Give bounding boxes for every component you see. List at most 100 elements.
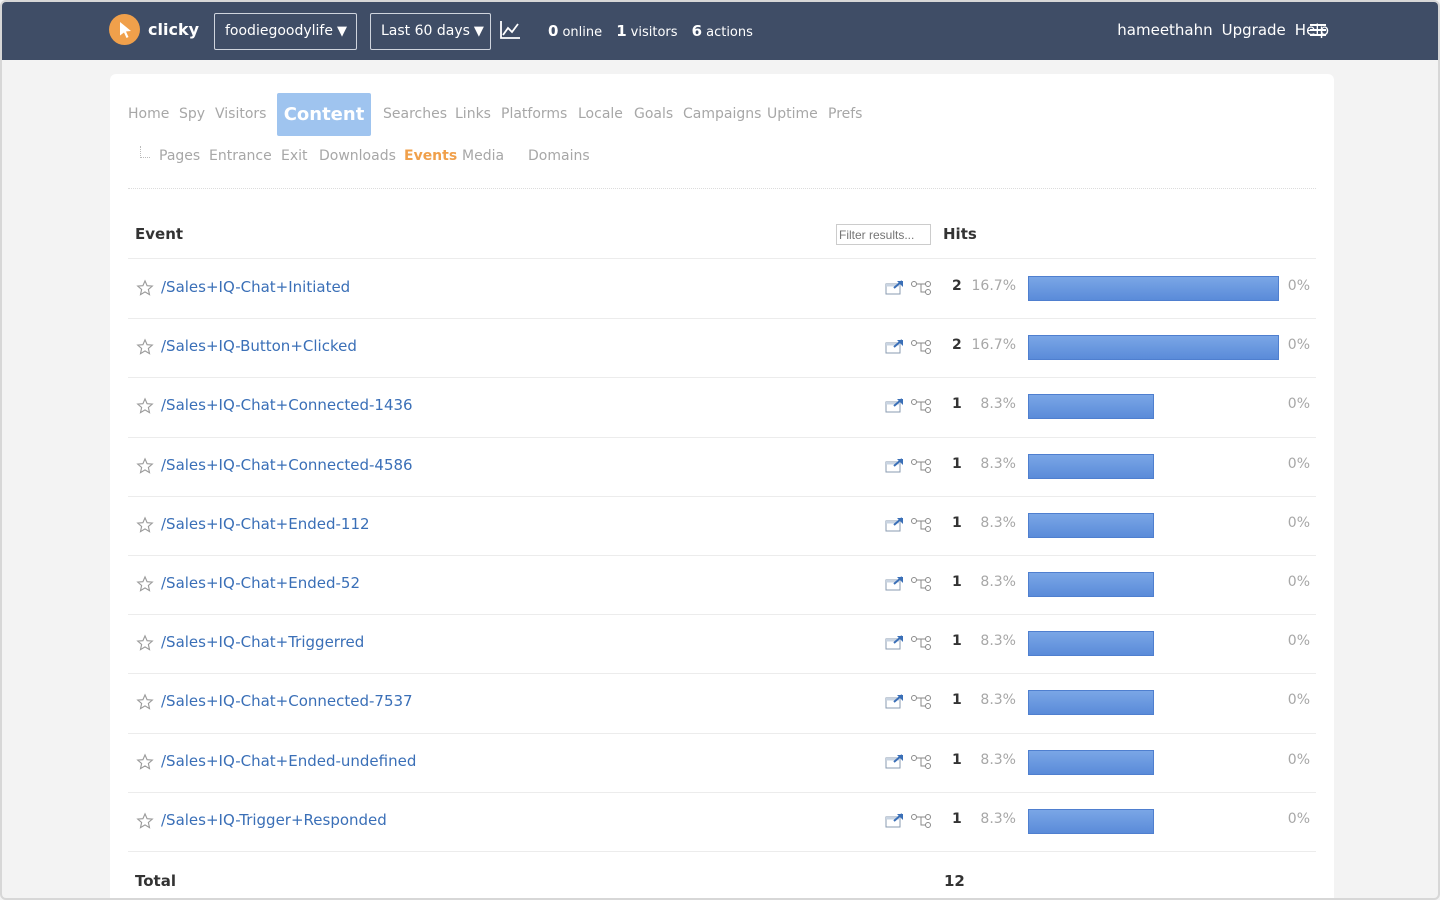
user-link[interactable]: hameethahn <box>1117 21 1212 39</box>
nav-links[interactable]: Links <box>455 106 491 122</box>
nav-prefs[interactable]: Prefs <box>828 106 862 122</box>
hits-bar <box>1028 808 1154 834</box>
hits-bar-track <box>1028 335 1279 361</box>
star-outline-icon[interactable] <box>136 516 154 538</box>
line-chart-icon[interactable] <box>499 20 521 44</box>
visitor-path-icon[interactable] <box>910 458 932 478</box>
upgrade-link[interactable]: Upgrade <box>1222 21 1286 39</box>
event-link[interactable]: /Sales+IQ-Chat+Connected-4586 <box>161 456 413 474</box>
visitor-path-icon[interactable] <box>910 635 932 655</box>
visitor-path-icon[interactable] <box>910 517 932 537</box>
open-in-new-window-icon[interactable] <box>885 635 905 655</box>
open-in-new-window-icon[interactable] <box>885 457 905 478</box>
event-link[interactable]: /Sales+IQ-Button+Clicked <box>161 337 357 355</box>
hits-percent: 16.7% <box>971 278 1016 294</box>
table-row: /Sales+IQ-Chat+Initiated 2 16.7% 0% <box>128 260 1316 320</box>
hits-bar-track <box>1028 631 1279 657</box>
hits-bar-track <box>1028 394 1279 420</box>
stat-visitors[interactable]: 1 visitors <box>616 22 677 40</box>
star-outline-icon[interactable] <box>136 812 154 834</box>
visitor-path-icon[interactable] <box>910 280 932 300</box>
live-stats: 0 online 1 visitors 6 actions <box>548 22 763 40</box>
event-link[interactable]: /Sales+IQ-Chat+Ended-112 <box>161 515 370 533</box>
nav-searches[interactable]: Searches <box>383 106 447 122</box>
event-link[interactable]: /Sales+IQ-Chat+Initiated <box>161 278 350 296</box>
open-in-new-window-icon[interactable] <box>885 812 905 833</box>
subnav-domains[interactable]: Domains <box>528 148 590 164</box>
column-hits-header[interactable]: Hits <box>943 225 977 243</box>
change-percent: 0% <box>1287 337 1310 354</box>
subnav-events[interactable]: Events <box>404 148 457 164</box>
visitor-path-icon[interactable] <box>910 694 932 714</box>
nav-spy[interactable]: Spy <box>179 106 205 122</box>
star-outline-icon[interactable] <box>136 693 154 715</box>
nav-locale[interactable]: Locale <box>578 106 623 122</box>
nav-uptime[interactable]: Uptime <box>767 106 818 122</box>
hamburger-menu-icon[interactable] <box>1310 24 1326 36</box>
event-link[interactable]: /Sales+IQ-Chat+Connected-1436 <box>161 396 413 414</box>
open-in-new-window-icon[interactable] <box>885 280 905 300</box>
star-outline-icon[interactable] <box>136 752 154 775</box>
date-range-selector[interactable]: Last 60 days ▼ <box>370 13 491 50</box>
star-outline-icon[interactable] <box>136 397 154 419</box>
hits-percent: 8.3% <box>980 810 1016 827</box>
subnav-entrance[interactable]: Entrance <box>209 148 272 164</box>
events-table: /Sales+IQ-Chat+Initiated 2 16.7% 0%/Sales+I… <box>128 260 1316 852</box>
visitor-path-icon[interactable] <box>910 754 932 774</box>
clicky-logo-icon[interactable] <box>109 14 140 45</box>
stat-actions[interactable]: 6 actions <box>692 22 753 40</box>
site-selector[interactable]: foodiegoodylife ▼ <box>214 13 357 50</box>
app-window: clicky foodiegoodylife ▼ Last 60 days ▼ 0o… <box>0 0 1440 900</box>
event-link[interactable]: /Sales+IQ-Chat+Connected-7537 <box>161 692 413 710</box>
star-outline-icon[interactable] <box>136 338 154 360</box>
hits-percent: 8.3% <box>980 751 1016 768</box>
hits-percent: 8.3% <box>980 573 1016 590</box>
divider <box>128 188 1316 189</box>
table-row: /Sales+IQ-Button+Clicked 2 16.7% 0% <box>128 319 1316 379</box>
subnav-exit[interactable]: Exit <box>281 148 308 164</box>
event-link[interactable]: /Sales+IQ-Chat+Ended-52 <box>161 574 360 592</box>
star-outline-icon[interactable] <box>136 457 154 479</box>
brand-name[interactable]: clicky <box>148 20 199 39</box>
visitor-path-icon[interactable] <box>910 813 932 833</box>
nav-campaigns[interactable]: Campaigns <box>683 106 761 122</box>
content-card: Home Spy Visitors Content Searches Links… <box>110 74 1334 898</box>
table-row: /Sales+IQ-Trigger+Responded 1 8.3% 0% <box>128 793 1316 852</box>
visitor-path-icon[interactable] <box>910 576 932 596</box>
hits-bar <box>1028 690 1154 716</box>
table-row: /Sales+IQ-Chat+Connected-4586 1 8.3% 0% <box>128 438 1316 497</box>
open-in-new-window-icon[interactable] <box>885 576 905 596</box>
change-percent: 0% <box>1287 692 1310 709</box>
star-outline-icon[interactable] <box>136 575 154 597</box>
nav-platforms[interactable]: Platforms <box>501 106 567 122</box>
nav-home[interactable]: Home <box>128 106 169 122</box>
subnav-pages[interactable]: Pages <box>159 148 200 164</box>
table-row: /Sales+IQ-Chat+Ended-undefined 1 8.3% 0% <box>128 734 1316 793</box>
nav-goals[interactable]: Goals <box>634 106 673 122</box>
star-outline-icon[interactable] <box>136 279 154 301</box>
hits-percent: 8.3% <box>980 633 1016 650</box>
change-percent: 0% <box>1287 633 1310 650</box>
subnav-downloads[interactable]: Downloads <box>319 148 396 164</box>
open-in-new-window-icon[interactable] <box>885 753 905 774</box>
event-link[interactable]: /Sales+IQ-Chat+Triggerred <box>161 633 364 651</box>
nav-visitors[interactable]: Visitors <box>215 106 266 122</box>
open-in-new-window-icon[interactable] <box>885 398 905 418</box>
subnav-media[interactable]: Media <box>462 148 504 164</box>
star-outline-icon[interactable] <box>136 634 154 656</box>
visitor-path-icon[interactable] <box>910 339 932 359</box>
hits-bar <box>1028 512 1154 538</box>
event-link[interactable]: /Sales+IQ-Trigger+Responded <box>161 811 387 829</box>
open-in-new-window-icon[interactable] <box>885 339 905 359</box>
change-percent: 0% <box>1287 514 1310 531</box>
event-link[interactable]: /Sales+IQ-Chat+Ended-undefined <box>161 752 416 770</box>
open-in-new-window-icon[interactable] <box>885 694 905 714</box>
hits-bar-track <box>1028 453 1279 479</box>
filter-input[interactable] <box>836 224 931 245</box>
nav-content[interactable]: Content <box>277 93 371 136</box>
hits-bar <box>1028 631 1154 657</box>
stat-online[interactable]: 0 online <box>548 22 602 40</box>
visitor-path-icon[interactable] <box>910 398 932 418</box>
open-in-new-window-icon[interactable] <box>885 516 905 537</box>
change-percent: 0% <box>1287 455 1310 472</box>
